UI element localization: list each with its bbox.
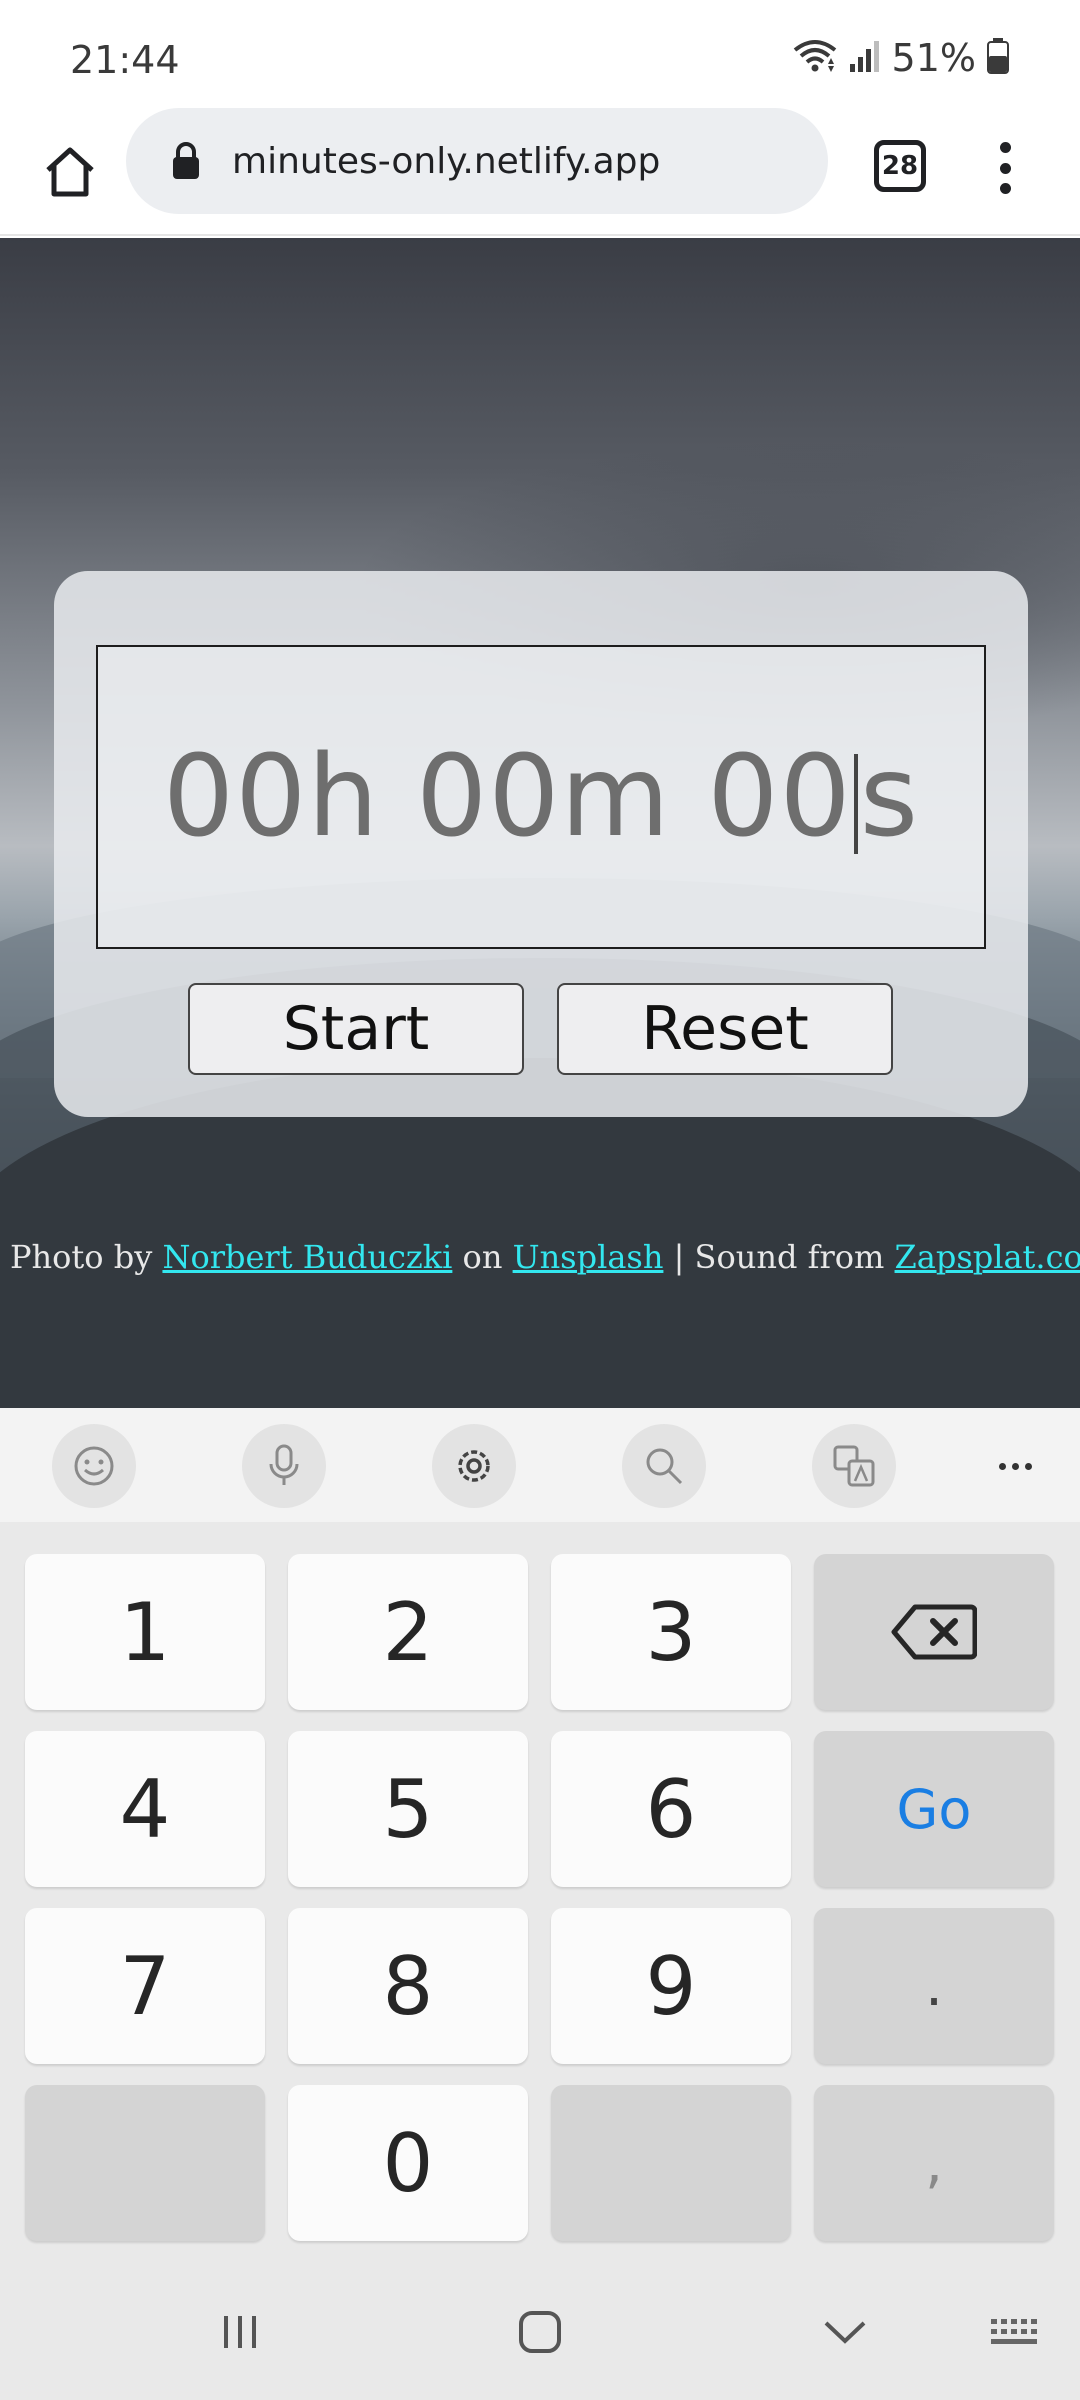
numeric-keyboard: 1 2 3 4 5 6 Go 7 8 9 . 0 , [0,1522,1080,2262]
photographer-link[interactable]: Norbert Buduczki [162,1238,452,1276]
more-menu-icon[interactable] [990,138,1020,198]
url-bar[interactable]: minutes-only.netlify.app [126,108,828,214]
url-text: minutes-only.netlify.app [232,140,661,182]
go-key[interactable]: Go [814,1731,1054,1887]
key-4[interactable]: 4 [25,1731,265,1887]
backspace-icon[interactable] [814,1554,1054,1710]
timer-input[interactable]: 00h 00m 00s [96,645,986,949]
emoji-icon[interactable] [52,1424,136,1508]
home-nav-icon[interactable] [500,2296,580,2368]
timer-hours: 00h [162,732,380,862]
period-key[interactable]: . [814,1908,1054,2064]
timer-card: 00h 00m 00s Start Reset [54,571,1028,1117]
start-button[interactable]: Start [188,983,524,1075]
battery-percent: 51% [891,36,976,80]
search-icon[interactable] [622,1424,706,1508]
wifi-icon [792,38,838,79]
key-6[interactable]: 6 [551,1731,791,1887]
key-1[interactable]: 1 [25,1554,265,1710]
credits-prefix: Photo by [10,1238,153,1276]
blank-key [25,2085,265,2241]
recent-apps-icon[interactable] [200,2296,280,2368]
keyboard-icon[interactable] [975,2296,1055,2368]
zapsplat-link[interactable]: Zapsplat.com [895,1238,1080,1276]
more-icon[interactable] [980,1428,1050,1504]
keyboard-toolbar [0,1408,1080,1522]
unsplash-link[interactable]: Unsplash [513,1238,664,1276]
signal-icon [848,38,882,79]
tabs-icon[interactable]: 28 [874,140,926,192]
key-5[interactable]: 5 [288,1731,528,1887]
key-2[interactable]: 2 [288,1554,528,1710]
translate-icon[interactable] [812,1424,896,1508]
status-time: 21:44 [70,38,180,82]
battery-icon [986,37,1010,80]
status-bar: 21:44 51% [0,0,1080,108]
lock-icon [166,137,206,185]
comma-key[interactable]: , [814,2085,1054,2241]
key-8[interactable]: 8 [288,1908,528,2064]
text-cursor [853,754,858,855]
settings-icon[interactable] [432,1424,516,1508]
status-icons: 51% [792,36,1010,80]
microphone-icon[interactable] [242,1424,326,1508]
timer-text: 00h 00m 00s [163,732,919,862]
browser-toolbar: minutes-only.netlify.app 28 [0,108,1080,236]
credits-on: on [462,1238,503,1276]
web-page: 00h 00m 00s Start Reset Photo by Norbert… [0,238,1080,1408]
key-9[interactable]: 9 [551,1908,791,2064]
timer-seconds: 00 [707,732,852,862]
chevron-down-icon[interactable] [805,2296,885,2368]
credits-separator: | Sound from [673,1238,885,1276]
system-navbar [0,2262,1080,2400]
home-icon[interactable] [34,136,106,208]
key-0[interactable]: 0 [288,2085,528,2241]
timer-seconds-unit: s [859,732,920,862]
key-3[interactable]: 3 [551,1554,791,1710]
key-7[interactable]: 7 [25,1908,265,2064]
reset-button[interactable]: Reset [557,983,893,1075]
credits: Photo by Norbert Buduczki on Unsplash | … [10,1238,1080,1276]
timer-minutes: 00m [416,732,671,862]
blank-key [551,2085,791,2241]
